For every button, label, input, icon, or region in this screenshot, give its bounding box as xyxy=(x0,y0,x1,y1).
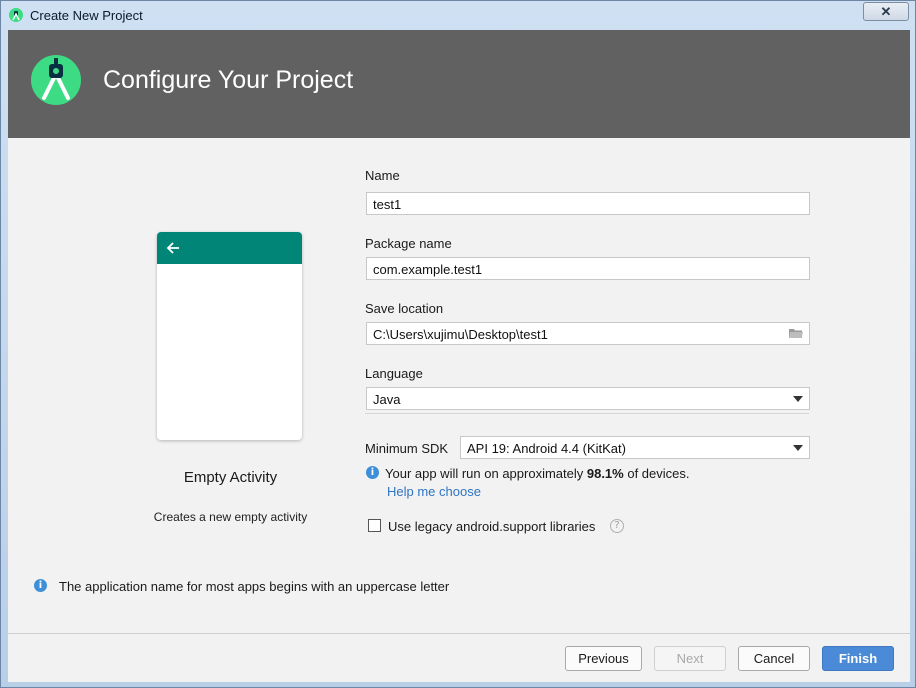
name-field[interactable]: test1 xyxy=(366,192,810,215)
minimum-sdk-select[interactable]: API 19: Android 4.4 (KitKat) xyxy=(460,436,810,459)
arrow-back-icon xyxy=(166,242,179,254)
language-select[interactable]: Java xyxy=(366,387,810,410)
android-studio-logo-icon xyxy=(31,55,81,105)
divider xyxy=(365,413,809,414)
validation-hint: The application name for most apps begin… xyxy=(59,579,450,594)
chevron-down-icon xyxy=(793,445,803,451)
chevron-down-icon xyxy=(793,396,803,402)
info-icon: i xyxy=(366,466,379,479)
package-name-field[interactable]: com.example.test1 xyxy=(366,257,810,280)
close-button[interactable]: ✕ xyxy=(863,2,909,21)
android-studio-icon xyxy=(9,8,23,22)
template-name: Empty Activity xyxy=(183,469,278,486)
help-me-choose-link[interactable]: Help me choose xyxy=(387,484,481,499)
save-location-value: C:\Users\xujimu\Desktop\test1 xyxy=(373,327,548,342)
save-location-label: Save location xyxy=(365,301,444,316)
page-title: Configure Your Project xyxy=(103,66,354,94)
minimum-sdk-value: API 19: Android 4.4 (KitKat) xyxy=(467,441,626,456)
minimum-sdk-label: Minimum SDK xyxy=(365,441,449,456)
title-bar: Create New Project ✕ xyxy=(1,1,915,29)
preview-app-bar xyxy=(157,232,302,264)
legacy-libraries-checkbox[interactable] xyxy=(368,519,381,532)
language-value: Java xyxy=(373,392,401,407)
template-description: Creates a new empty activity xyxy=(153,510,308,524)
folder-icon[interactable] xyxy=(789,328,803,339)
package-name-label: Package name xyxy=(365,236,452,251)
finish-button[interactable]: Finish xyxy=(822,646,894,671)
dialog-window: Create New Project ✕ Configure Your Proj… xyxy=(0,0,916,688)
window-title: Create New Project xyxy=(30,8,143,23)
device-coverage-suffix: of devices. xyxy=(623,466,690,481)
dialog-content: Configure Your Project Empty Activity Cr… xyxy=(8,30,910,682)
next-button[interactable]: Next xyxy=(654,646,726,671)
name-label: Name xyxy=(365,168,400,183)
close-icon: ✕ xyxy=(880,3,892,19)
device-coverage-prefix: Your app will run on approximately xyxy=(385,466,587,481)
device-coverage-percent: 98.1% xyxy=(586,466,624,481)
help-question-icon[interactable]: ? xyxy=(610,519,624,533)
previous-button[interactable]: Previous xyxy=(565,646,642,671)
save-location-field[interactable]: C:\Users\xujimu\Desktop\test1 xyxy=(366,322,810,345)
info-icon: i xyxy=(34,579,47,592)
header-banner: Configure Your Project xyxy=(8,30,910,138)
cancel-button[interactable]: Cancel xyxy=(738,646,810,671)
language-label: Language xyxy=(365,366,423,381)
template-preview xyxy=(157,232,302,440)
legacy-libraries-label[interactable]: Use legacy android.support libraries xyxy=(388,519,595,534)
device-coverage-text: Your app will run on approximately 98.1%… xyxy=(385,466,690,481)
footer-divider xyxy=(8,633,910,634)
